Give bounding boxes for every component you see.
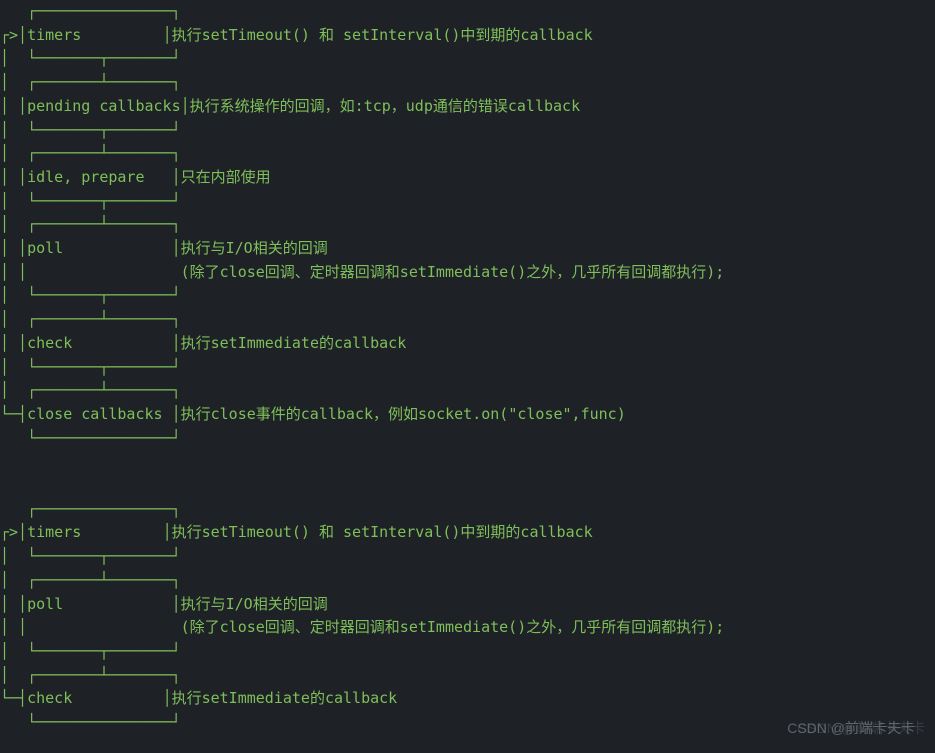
- d1-poll-note-pre: │ │: [0, 263, 172, 281]
- d1-check-label: check: [27, 334, 172, 352]
- d2-conn2: │ ┌───────┴───────┐: [0, 571, 181, 589]
- d1-pending-desc: 执行系统操作的回调，如:tcp，udp通信的错误callback: [190, 97, 580, 115]
- d1-top: ┌───────────────┐: [0, 2, 181, 20]
- d1-pending-pre: │ │: [0, 97, 27, 115]
- d1-conn10: │ ┌───────┴───────┐: [0, 381, 181, 399]
- d2-conn1: │ └───────┬───────┘: [0, 547, 181, 565]
- d2-conn4: │ ┌───────┴───────┐: [0, 666, 181, 684]
- d1-conn3: │ └───────┬───────┘: [0, 121, 181, 139]
- d1-bottom: └───────────────┘: [0, 429, 181, 447]
- d1-conn5: │ └───────┬───────┘: [0, 192, 181, 210]
- diagram-ascii: ┌───────────────┐ ┌>│timers │执行setTimeou…: [0, 0, 935, 735]
- d1-poll-pre: │ │: [0, 239, 27, 257]
- d2-poll-label: poll: [27, 595, 172, 613]
- d1-pending-label: pending callbacks: [27, 97, 181, 115]
- d2-timers-desc: 执行setTimeout() 和 setInterval()中到期的callba…: [172, 523, 593, 541]
- d1-timers-desc: 执行setTimeout() 和 setInterval()中到期的callba…: [172, 26, 593, 44]
- d1-idle-label: idle, prepare: [27, 168, 172, 186]
- d1-idle-desc: 只在内部使用: [181, 168, 271, 186]
- d2-top: ┌───────────────┐: [0, 500, 181, 518]
- d2-poll-desc: 执行与I/O相关的回调: [181, 595, 328, 613]
- d1-poll-note: (除了close回调、定时器回调和setImmediate()之外，几乎所有回调…: [172, 263, 725, 281]
- d2-timers-pre: ┌>│: [0, 523, 27, 541]
- d1-close-desc: 执行close事件的callback，例如socket.on("close",f…: [181, 405, 626, 423]
- d1-check-desc: 执行setImmediate的callback: [181, 334, 407, 352]
- d1-poll-label: poll: [27, 239, 172, 257]
- d2-timers-label: timers: [27, 523, 162, 541]
- d2-poll-note-pre: │ │: [0, 618, 172, 636]
- d2-poll-note: (除了close回调、定时器回调和setImmediate()之外，几乎所有回调…: [172, 618, 725, 636]
- d1-poll-desc: 执行与I/O相关的回调: [181, 239, 328, 257]
- d2-poll-pre: │ │: [0, 595, 27, 613]
- d1-idle-pre: │ │: [0, 168, 27, 186]
- d1-conn6: │ ┌───────┴───────┐: [0, 215, 181, 233]
- d2-conn3: │ └───────┬───────┘: [0, 642, 181, 660]
- d2-check-pre: └─┤: [0, 689, 27, 707]
- d1-timers-label: timers: [27, 26, 162, 44]
- d1-conn2: │ ┌───────┴───────┐: [0, 73, 181, 91]
- d1-close-label: close callbacks: [27, 405, 172, 423]
- d1-conn4: │ ┌───────┴───────┐: [0, 144, 181, 162]
- d1-close-pre: └─┤: [0, 405, 27, 423]
- watermark: CSDN @前端卡夫卡: [787, 717, 915, 741]
- d1-conn7: │ └───────┬───────┘: [0, 286, 181, 304]
- d2-bottom: └───────────────┘: [0, 713, 181, 731]
- d2-check-desc: 执行setImmediate的callback: [172, 689, 398, 707]
- d1-conn9: │ └───────┬───────┘: [0, 358, 181, 376]
- d1-conn1: │ └───────┬───────┘: [0, 49, 181, 67]
- d1-check-pre: │ │: [0, 334, 27, 352]
- d1-conn8: │ ┌───────┴───────┐: [0, 310, 181, 328]
- d1-timers-pre: ┌>│: [0, 26, 27, 44]
- d2-check-label: check: [27, 689, 162, 707]
